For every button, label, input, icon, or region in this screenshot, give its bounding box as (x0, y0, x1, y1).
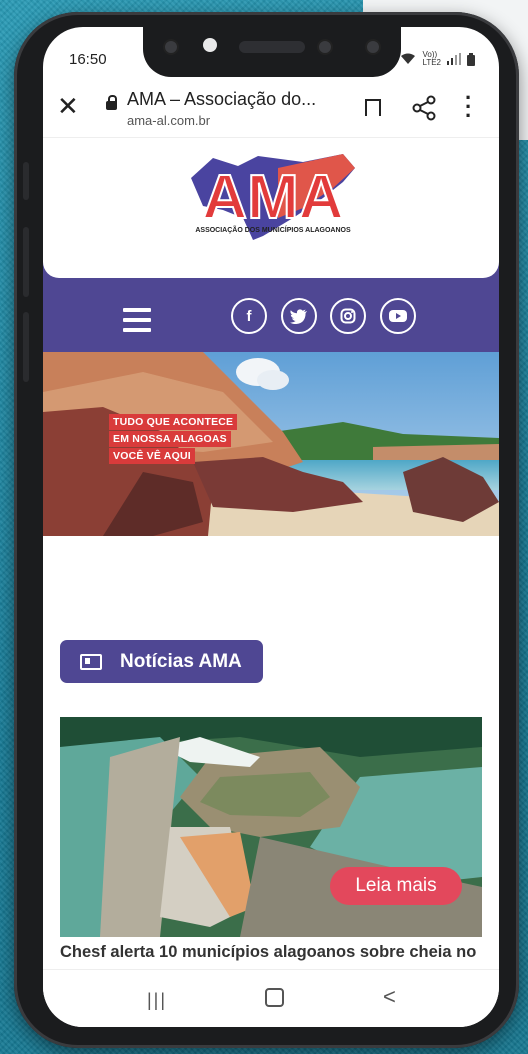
newspaper-icon (80, 653, 102, 670)
system-nav-bar: ||| < (43, 969, 499, 1027)
front-camera-icon (203, 38, 217, 52)
proximity-sensor-icon (365, 39, 381, 55)
hero-banner: TUDO QUE ACONTECE EM NOSSA ALAGOAS VOCÊ … (43, 352, 499, 536)
bookmark-icon[interactable] (365, 99, 381, 118)
news-headline[interactable]: Chesf alerta 10 municípios alagoanos sob… (60, 940, 490, 969)
close-icon[interactable]: ✕ (57, 93, 79, 119)
earpiece-speaker (239, 41, 305, 53)
more-vert-icon[interactable]: · · · (465, 87, 472, 127)
hero-tag: TUDO QUE ACONTECE (109, 414, 238, 430)
web-page: f AMA ASSOCIAÇÃO DOS MUNICÍPIOS ALAGOANO… (43, 138, 499, 969)
status-icons: Vo)) LTE2 (400, 51, 475, 67)
phone-screen: 16:50 Vo)) LTE2 ✕ AMA – Associação do...… (43, 27, 499, 1027)
wifi-icon (401, 53, 416, 64)
camera-notch (143, 27, 401, 77)
share-icon[interactable] (411, 95, 439, 121)
page-title[interactable]: AMA – Associação do... (127, 89, 347, 110)
hero-tag: EM NOSSA ALAGOAS (109, 431, 231, 447)
read-more-button[interactable]: Leia mais (330, 867, 462, 905)
hero-tag: VOCÊ VÊ AQUI (109, 448, 195, 464)
sensor-icon (163, 39, 179, 55)
signal-icon (447, 53, 461, 65)
browser-toolbar: ✕ AMA – Associação do... ama-al.com.br ·… (43, 79, 499, 138)
facebook-icon[interactable]: f (231, 298, 267, 334)
news-section-button[interactable]: Notícias AMA (60, 640, 263, 683)
phone-side-button (23, 162, 29, 200)
logo-subtitle: ASSOCIAÇÃO DOS MUNICÍPIOS ALAGOANOS (195, 225, 351, 234)
news-section-label: Notícias AMA (120, 650, 242, 672)
recent-apps-icon[interactable]: ||| (147, 990, 167, 1011)
back-icon[interactable]: < (383, 984, 396, 1010)
news-card-image[interactable]: Leia mais (60, 717, 482, 937)
lock-icon (106, 95, 117, 110)
logo-text: AMA (202, 163, 343, 232)
phone-volume-button (23, 312, 29, 382)
home-icon[interactable] (265, 988, 284, 1007)
youtube-icon[interactable] (380, 298, 416, 334)
status-time: 16:50 (69, 51, 107, 68)
network-label: Vo)) LTE2 (422, 50, 441, 67)
site-header: AMA ASSOCIAÇÃO DOS MUNICÍPIOS ALAGOANOS (43, 138, 499, 278)
ama-logo[interactable]: AMA ASSOCIAÇÃO DOS MUNICÍPIOS ALAGOANOS (183, 148, 363, 248)
twitter-icon[interactable] (281, 298, 317, 334)
battery-icon (467, 52, 475, 66)
hamburger-icon[interactable] (123, 308, 151, 338)
instagram-icon[interactable] (330, 298, 366, 334)
phone-volume-button (23, 227, 29, 297)
camera-lens-icon (317, 39, 333, 55)
page-domain[interactable]: ama-al.com.br (127, 113, 210, 128)
